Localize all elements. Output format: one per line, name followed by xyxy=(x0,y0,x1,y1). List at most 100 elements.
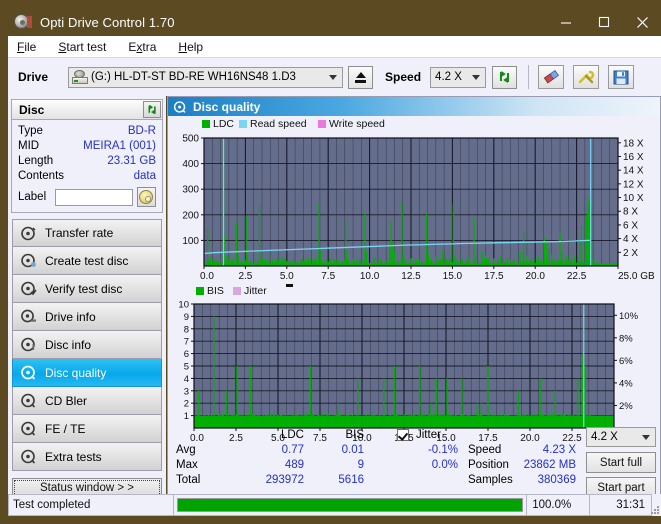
menu-help[interactable]: Help xyxy=(178,40,203,54)
sidebar-item-verify-test-disc[interactable]: Verify test disc xyxy=(12,275,162,303)
svg-text:6%: 6% xyxy=(619,356,633,367)
disc-contents-value: data xyxy=(133,170,156,182)
stats-panel: LDC BIS Avg 0.77 0.01 Max 489 9 Total 29… xyxy=(168,427,660,501)
disc-type-label: Type xyxy=(18,125,43,137)
disc-row-mid: MID MEIRA1 (001) xyxy=(18,139,156,154)
sidebar-item-create-test-disc[interactable]: Create test disc xyxy=(12,247,162,275)
svg-text:7.5: 7.5 xyxy=(321,271,335,282)
disc-info-icon xyxy=(20,336,37,353)
bis-jitter-chart[interactable]: BIS Jitter123456789102%4%6%8%10%0.0 2.5 5.0… xyxy=(168,284,660,446)
sidebar-item-fe-te[interactable]: FE / TE xyxy=(12,415,162,443)
menu-start-test[interactable]: Start test xyxy=(58,40,106,54)
stats-row-total-label: Total xyxy=(176,474,201,486)
app-disc-icon xyxy=(14,13,32,31)
disc-extra-icon xyxy=(20,448,37,465)
wrench-icon xyxy=(578,70,594,83)
drive-select[interactable]: (G:) HL-DT-ST BD-RE WH16NS48 1.D3 xyxy=(68,66,344,88)
disc-label-button[interactable] xyxy=(136,187,156,207)
eject-button[interactable] xyxy=(348,65,374,89)
disc-panel-header: Disc xyxy=(11,99,163,120)
speed-stat-value: 4.23 X xyxy=(542,444,576,456)
app-window: Opti Drive Control 1.70 File Start test … xyxy=(0,0,661,524)
svg-text:0.0: 0.0 xyxy=(200,271,214,282)
jitter-max-value: 0.0% xyxy=(431,459,458,471)
sidebar-item-disc-quality[interactable]: Disc quality xyxy=(12,359,162,387)
menu-extra[interactable]: Extra xyxy=(128,40,156,54)
speed-select-value: 4.2 X xyxy=(435,71,462,83)
svg-text:10: 10 xyxy=(178,300,189,311)
close-icon[interactable] xyxy=(623,8,661,36)
tools-button[interactable] xyxy=(573,65,600,89)
save-button[interactable] xyxy=(608,65,635,89)
speed-select[interactable]: 4.2 X xyxy=(430,66,487,88)
main-panel: Disc quality LDC Read speed Write speed 100… xyxy=(167,96,661,502)
svg-text:Read speed: Read speed xyxy=(250,118,307,130)
start-full-button[interactable]: Start full xyxy=(586,452,656,473)
disc-contents-label: Contents xyxy=(18,170,65,182)
disc-refresh-button[interactable] xyxy=(143,101,161,118)
svg-text:6: 6 xyxy=(184,349,189,360)
disc-transfer-icon xyxy=(20,225,37,242)
toolbar: Drive (G:) HL-DT-ST BD-RE WH16NS48 1.D3 … xyxy=(8,58,661,96)
svg-text:100: 100 xyxy=(182,236,199,247)
svg-text:2.5: 2.5 xyxy=(238,271,252,282)
svg-text:LDC: LDC xyxy=(213,118,234,130)
sidebar-item-label: Extra tests xyxy=(45,449,102,464)
jitter-label: Jitter xyxy=(416,429,441,441)
stats-col-ldc: LDC xyxy=(280,429,304,441)
ldc-quality-chart[interactable]: LDC Read speed Write speed 100 200 300 400 500 2… xyxy=(168,116,660,284)
disc-type-value: BD-R xyxy=(127,125,156,137)
test-speed-value: 4.2 X xyxy=(591,431,618,443)
resize-grip[interactable] xyxy=(651,494,661,516)
svg-text:18 X: 18 X xyxy=(623,138,644,149)
jitter-checkbox[interactable] xyxy=(397,429,409,441)
svg-text:200: 200 xyxy=(182,210,199,221)
svg-text:3: 3 xyxy=(184,386,189,397)
disc-label-input[interactable] xyxy=(54,188,133,206)
progress-bar xyxy=(176,498,524,512)
refresh-button[interactable] xyxy=(492,65,518,89)
svg-text:4 X: 4 X xyxy=(623,234,638,245)
svg-text:7: 7 xyxy=(184,337,189,348)
disc-info-panel: Type BD-R MID MEIRA1 (001) Length 23.31 … xyxy=(11,120,163,213)
chevron-down-icon xyxy=(642,434,650,440)
left-panel: Disc Type BD-R MID MEIRA1 (001) Length 2… xyxy=(8,96,166,502)
status-message: Test completed xyxy=(8,494,174,516)
disc-fete-icon xyxy=(20,420,37,437)
menu-help-label: elp xyxy=(187,39,204,54)
svg-text:500: 500 xyxy=(182,134,199,145)
svg-text:4%: 4% xyxy=(619,378,633,389)
sidebar-item-label: CD Bler xyxy=(45,393,88,408)
sidebar-item-cd-bler[interactable]: CD Bler xyxy=(12,387,162,415)
disc-row-contents: Contents data xyxy=(18,169,156,184)
svg-text:400: 400 xyxy=(182,159,199,170)
sidebar-item-disc-info[interactable]: Disc info xyxy=(12,331,162,359)
menu-file[interactable]: File xyxy=(17,40,36,54)
erase-button[interactable] xyxy=(538,65,565,89)
svg-text:20.0: 20.0 xyxy=(525,271,545,282)
toolbar-separator xyxy=(528,65,530,89)
svg-text:17.5: 17.5 xyxy=(484,271,504,282)
samples-stat-value: 380369 xyxy=(537,474,576,486)
stats-total-ldc: 293972 xyxy=(265,474,304,486)
svg-text:1: 1 xyxy=(184,411,189,422)
disc-mid-label: MID xyxy=(18,140,40,152)
disc-mid-value: MEIRA1 (001) xyxy=(83,140,156,152)
sidebar-item-drive-info[interactable]: Drive info xyxy=(12,303,162,331)
sidebar-item-label: FE / TE xyxy=(45,421,86,436)
sidebar-item-transfer-rate[interactable]: Transfer rate xyxy=(12,219,162,247)
disc-quality-icon xyxy=(20,364,37,381)
window-title: Opti Drive Control 1.70 xyxy=(40,14,175,30)
svg-text:16 X: 16 X xyxy=(623,152,644,163)
refresh-icon xyxy=(499,70,509,83)
main-panel-header: Disc quality xyxy=(168,97,660,116)
svg-text:10.0: 10.0 xyxy=(360,271,380,282)
minimize-icon[interactable] xyxy=(547,8,585,36)
menu-start-test-label: tart test xyxy=(66,39,107,54)
speed-label: Speed xyxy=(385,70,422,84)
maximize-icon[interactable] xyxy=(585,8,623,36)
progress-cell xyxy=(173,494,528,516)
position-stat-label: Position xyxy=(468,459,509,471)
sidebar-item-extra-tests[interactable]: Extra tests xyxy=(12,443,162,471)
test-speed-select[interactable]: 4.2 X xyxy=(586,427,656,447)
